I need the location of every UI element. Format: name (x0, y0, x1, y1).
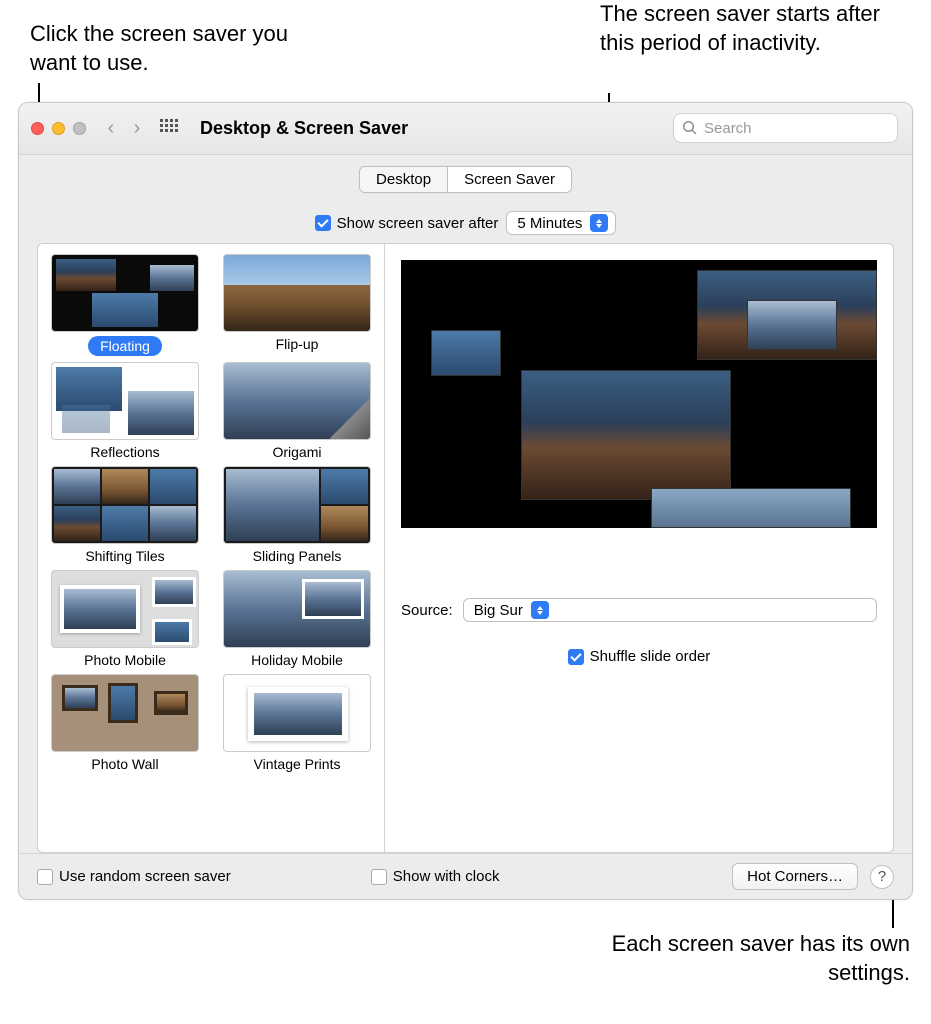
back-button[interactable]: ‹ (98, 116, 124, 142)
popup-arrows-icon (590, 214, 608, 232)
source-label: Source: (401, 602, 453, 619)
show-screensaver-after-checkbox[interactable]: Show screen saver after (315, 215, 499, 232)
screensaver-flip-up[interactable]: Flip-up (220, 254, 374, 356)
show-after-label: Show screen saver after (337, 215, 499, 232)
minimize-window-button[interactable] (52, 122, 65, 135)
screensaver-label: Shifting Tiles (85, 548, 164, 564)
source-row: Source: Big Sur (401, 598, 877, 622)
screensaver-label: Photo Mobile (84, 652, 166, 668)
screensaver-label: Origami (272, 444, 321, 460)
screensaver-list[interactable]: Floating Flip-up (37, 243, 385, 853)
tab-screen-saver[interactable]: Screen Saver (447, 167, 571, 192)
show-after-row: Show screen saver after 5 Minutes (19, 203, 912, 243)
titlebar: ‹ › Desktop & Screen Saver Search (19, 103, 912, 155)
preferences-body: Desktop Screen Saver Show screen saver a… (19, 155, 912, 899)
screensaver-origami[interactable]: Origami (220, 362, 374, 460)
help-button[interactable]: ? (870, 865, 894, 889)
screensaver-label: Photo Wall (91, 756, 158, 772)
preferences-window: ‹ › Desktop & Screen Saver Search Deskto… (18, 102, 913, 900)
screensaver-label: Reflections (90, 444, 159, 460)
window-controls (31, 122, 86, 135)
screensaver-label: Sliding Panels (253, 548, 342, 564)
forward-button[interactable]: › (124, 116, 150, 142)
callout-right-top: The screen saver starts after this perio… (600, 0, 910, 57)
close-window-button[interactable] (31, 122, 44, 135)
callout-right-bottom: Each screen saver has its own settings. (580, 930, 910, 987)
screensaver-photo-mobile[interactable]: Photo Mobile (48, 570, 202, 668)
zoom-window-button (73, 122, 86, 135)
screensaver-holiday-mobile[interactable]: Holiday Mobile (220, 570, 374, 668)
screensaver-label: Floating (88, 336, 162, 356)
tab-bar: Desktop Screen Saver (19, 155, 912, 203)
bottom-bar: Use random screen saver Show with clock … (19, 853, 912, 899)
window-title: Desktop & Screen Saver (200, 118, 408, 139)
search-input[interactable]: Search (673, 113, 898, 143)
screensaver-sliding-panels[interactable]: Sliding Panels (220, 466, 374, 564)
screensaver-label: Holiday Mobile (251, 652, 343, 668)
screensaver-floating[interactable]: Floating (48, 254, 202, 356)
show-with-clock-checkbox[interactable]: Show with clock (371, 868, 500, 885)
popup-arrows-icon (531, 601, 549, 619)
source-value: Big Sur (474, 602, 523, 619)
checkbox-icon (568, 649, 584, 665)
show-all-prefs-button[interactable] (160, 119, 180, 139)
screensaver-label: Vintage Prints (254, 756, 341, 772)
screensaver-preview (401, 260, 877, 528)
show-after-value: 5 Minutes (517, 215, 582, 232)
random-label: Use random screen saver (59, 868, 231, 885)
screensaver-vintage-prints[interactable]: Vintage Prints (220, 674, 374, 772)
hot-corners-button[interactable]: Hot Corners… (732, 863, 858, 890)
clock-label: Show with clock (393, 868, 500, 885)
checkbox-icon (37, 869, 53, 885)
search-placeholder: Search (704, 120, 752, 137)
tab-desktop[interactable]: Desktop (360, 167, 447, 192)
main-split: Floating Flip-up (37, 243, 894, 853)
callout-left: Click the screen saver you want to use. (30, 20, 330, 77)
shuffle-label: Shuffle slide order (590, 648, 711, 665)
source-popup[interactable]: Big Sur (463, 598, 877, 622)
screensaver-reflections[interactable]: Reflections (48, 362, 202, 460)
checkbox-icon (371, 869, 387, 885)
screensaver-label: Flip-up (276, 336, 319, 352)
use-random-screensaver-checkbox[interactable]: Use random screen saver (37, 868, 231, 885)
screensaver-shifting-tiles[interactable]: Shifting Tiles (48, 466, 202, 564)
checkbox-icon (315, 215, 331, 231)
search-icon (682, 120, 698, 136)
show-after-popup[interactable]: 5 Minutes (506, 211, 616, 235)
shuffle-slide-order-checkbox[interactable]: Shuffle slide order (568, 648, 711, 665)
preview-pane: Source: Big Sur Shuffle slide order (385, 243, 894, 853)
screensaver-photo-wall[interactable]: Photo Wall (48, 674, 202, 772)
